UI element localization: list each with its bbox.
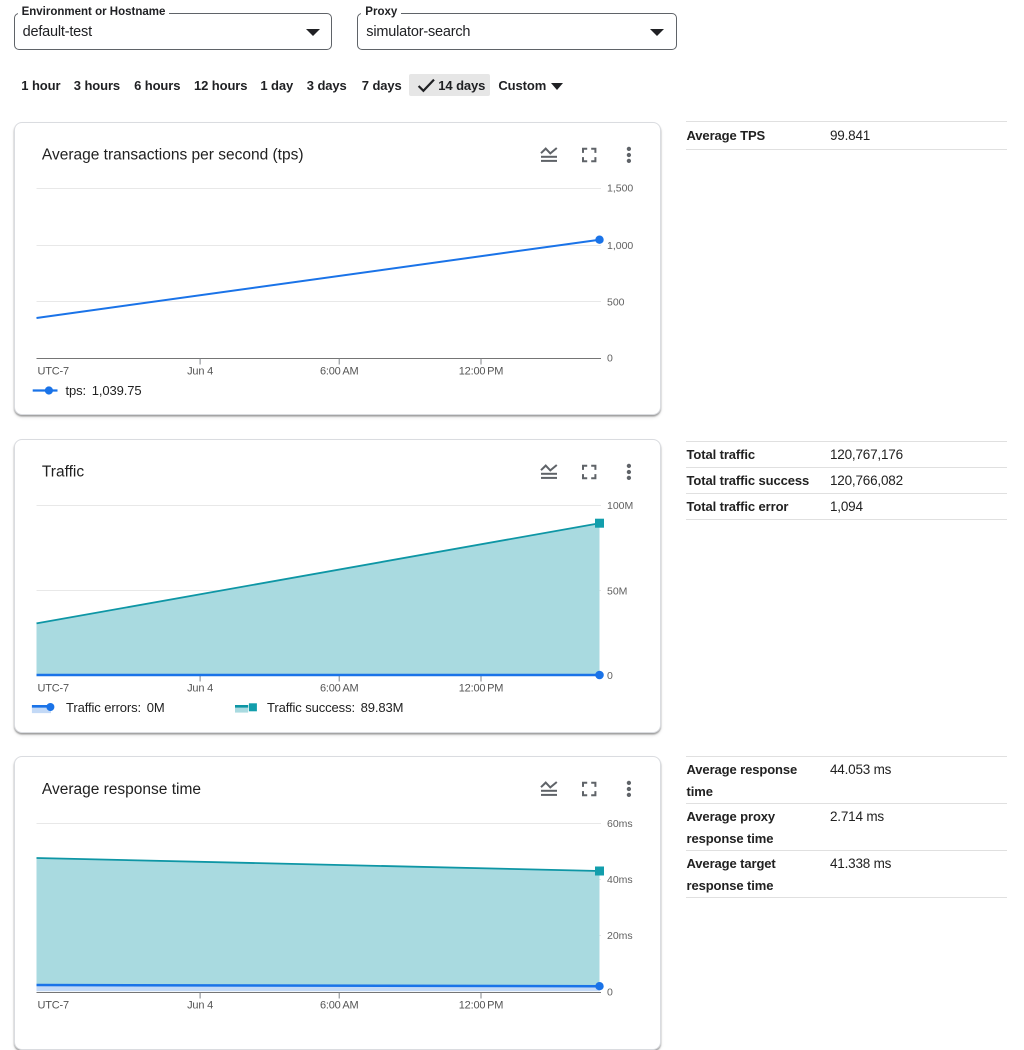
svg-text:Jun 4: Jun 4 [187,365,213,377]
svg-text:6:00AM: 6:00AM [320,365,359,377]
svg-text:1,000: 1,000 [607,240,633,252]
svg-text:Traffic errors: 0M: Traffic errors: 0M [66,700,165,715]
svg-text:1,500: 1,500 [607,183,633,195]
svg-text:Traffic success: 89.83M: Traffic success: 89.83M [267,700,403,715]
svg-text:Jun 4: Jun 4 [187,1000,213,1012]
svg-text:12:00PM: 12:00PM [459,682,503,694]
svg-text:12:00PM: 12:00PM [459,365,503,377]
svg-text:Jun 4: Jun 4 [187,682,213,694]
svg-text:50M: 50M [607,585,627,597]
svg-text:40ms: 40ms [607,874,633,886]
svg-text:0: 0 [607,670,613,682]
svg-text:60ms: 60ms [607,818,633,830]
svg-text:12:00PM: 12:00PM [459,1000,503,1012]
svg-text:Traffic: Traffic [42,463,84,480]
svg-text:20ms: 20ms [607,930,633,942]
svg-text:6:00AM: 6:00AM [320,682,359,694]
svg-text:Average transactions per secon: Average transactions per second (tps) [42,146,304,163]
svg-text:tps: 1,039.75: tps: 1,039.75 [66,383,142,398]
svg-text:UTC-7: UTC-7 [38,365,69,377]
svg-text:0: 0 [607,353,613,365]
svg-text:6:00AM: 6:00AM [320,1000,359,1012]
svg-text:Average response time: Average response time [42,781,201,798]
svg-text:UTC-7: UTC-7 [38,1000,69,1012]
svg-text:100M: 100M [607,500,633,512]
svg-text:UTC-7: UTC-7 [38,682,69,694]
svg-text:500: 500 [607,296,625,308]
svg-text:0: 0 [607,987,613,999]
